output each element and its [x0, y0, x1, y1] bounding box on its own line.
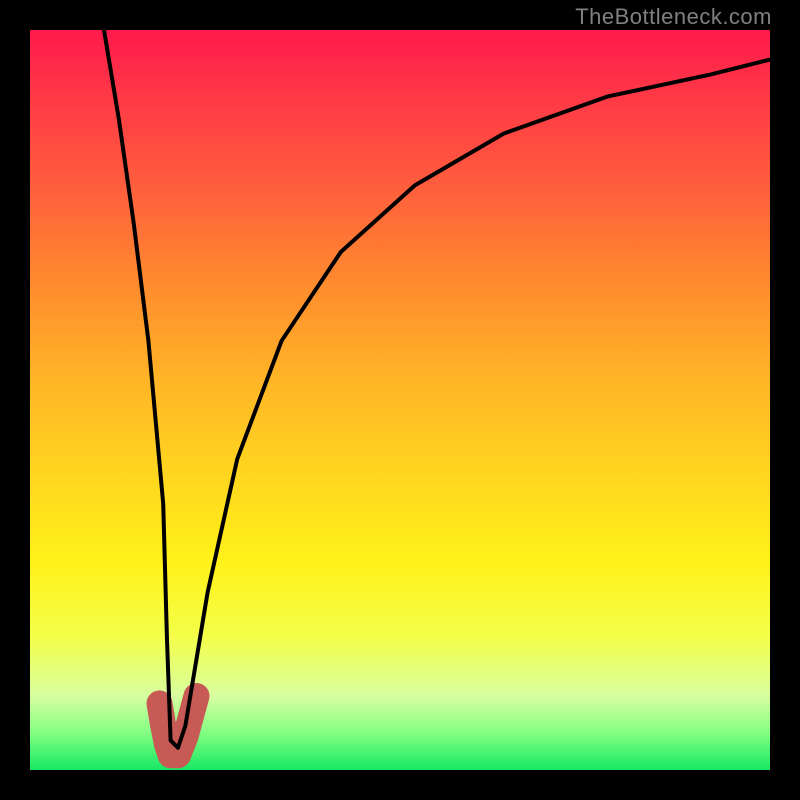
bottleneck-curve [104, 30, 770, 748]
outer-frame: TheBottleneck.com [0, 0, 800, 800]
highlight-dot [150, 693, 170, 713]
chart-svg [30, 30, 770, 770]
watermark-text: TheBottleneck.com [575, 4, 772, 30]
